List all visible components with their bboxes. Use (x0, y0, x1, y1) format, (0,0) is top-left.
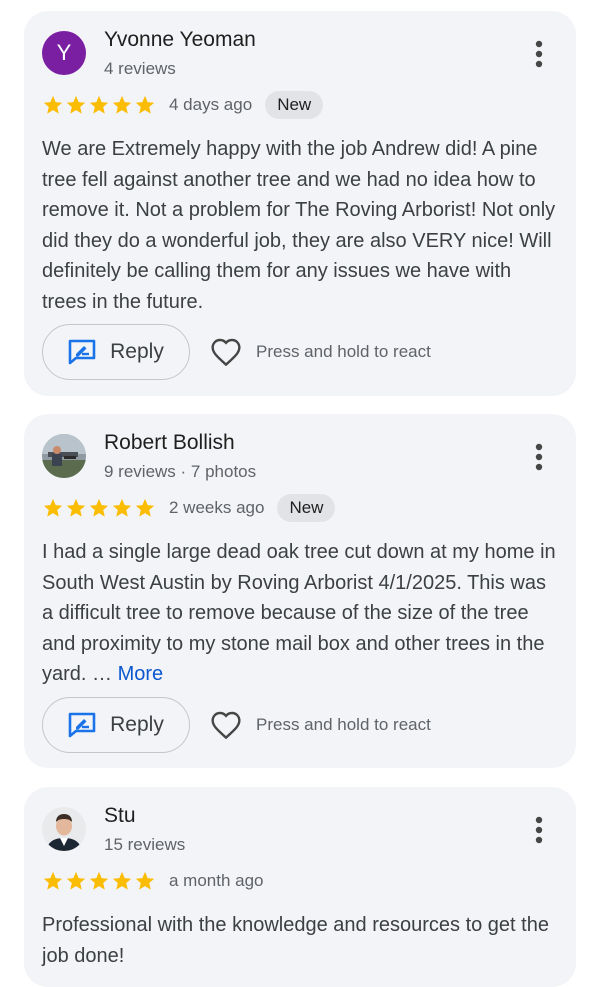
avatar-photo (42, 807, 86, 851)
reply-edit-icon (68, 712, 96, 738)
rating-row: a month ago (42, 866, 264, 896)
star-rating (42, 870, 156, 892)
rating-row: 4 days ago New (42, 90, 324, 120)
review-text: We are Extremely happy with the job Andr… (42, 138, 556, 313)
reply-label: Reply (110, 340, 164, 363)
avatar[interactable]: Y (42, 31, 86, 75)
star-icon (135, 871, 155, 890)
review-text: I had a single large dead oak tree cut d… (42, 537, 556, 690)
avatar-photo (42, 434, 86, 478)
new-badge: New (265, 91, 324, 119)
react-label: Press and hold to react (256, 342, 431, 361)
star-icon (66, 498, 86, 517)
react-button[interactable]: Press and hold to react (210, 705, 431, 745)
more-options-button[interactable] (524, 442, 554, 472)
star-icon (89, 498, 109, 517)
avatar[interactable] (42, 434, 86, 478)
star-rating (42, 94, 156, 116)
more-vert-icon (535, 40, 543, 68)
review-card: Robert Bollish 9 reviews · 7 photos 2 we… (24, 414, 576, 768)
review-time: a month ago (169, 871, 264, 890)
more-options-button[interactable] (524, 815, 554, 845)
review-card: Stu 15 reviews a month ago Professional … (24, 787, 576, 987)
reviewer-name[interactable]: Robert Bollish (104, 431, 235, 455)
new-badge: New (277, 494, 336, 522)
review-time: 4 days ago (169, 95, 253, 114)
reply-button[interactable]: Reply (42, 324, 190, 380)
star-icon (89, 95, 109, 114)
review-time: 2 weeks ago (169, 498, 265, 517)
star-icon (112, 498, 132, 517)
star-icon (112, 871, 132, 890)
star-icon (135, 95, 155, 114)
star-icon (112, 95, 132, 114)
reply-label: Reply (110, 713, 164, 736)
more-options-button[interactable] (524, 39, 554, 69)
reply-edit-icon (68, 339, 96, 365)
more-link[interactable]: More (118, 663, 164, 685)
react-label: Press and hold to react (256, 715, 431, 734)
reviewer-name[interactable]: Yvonne Yeoman (104, 28, 256, 52)
reviewer-meta: 15 reviews (104, 835, 186, 854)
reviewer-name[interactable]: Stu (104, 804, 136, 828)
star-icon (66, 871, 86, 890)
reviewer-meta: 9 reviews · 7 photos (104, 462, 257, 481)
more-vert-icon (535, 443, 543, 471)
heart-outline-icon (211, 338, 241, 367)
heart-outline-icon (211, 711, 241, 740)
reviewer-meta: 4 reviews (104, 59, 176, 78)
star-icon (43, 95, 63, 114)
star-icon (43, 871, 63, 890)
react-button[interactable]: Press and hold to react (210, 332, 431, 372)
more-vert-icon (535, 816, 543, 844)
star-icon (89, 871, 109, 890)
review-card: Y Yvonne Yeoman 4 reviews 4 days ago New… (24, 11, 576, 396)
avatar[interactable] (42, 807, 86, 851)
reply-button[interactable]: Reply (42, 697, 190, 753)
rating-row: 2 weeks ago New (42, 493, 336, 523)
star-icon (43, 498, 63, 517)
avatar-letter: Y (56, 40, 72, 65)
star-rating (42, 497, 156, 519)
review-text: Professional with the knowledge and reso… (42, 914, 549, 967)
star-icon (135, 498, 155, 517)
star-icon (66, 95, 86, 114)
